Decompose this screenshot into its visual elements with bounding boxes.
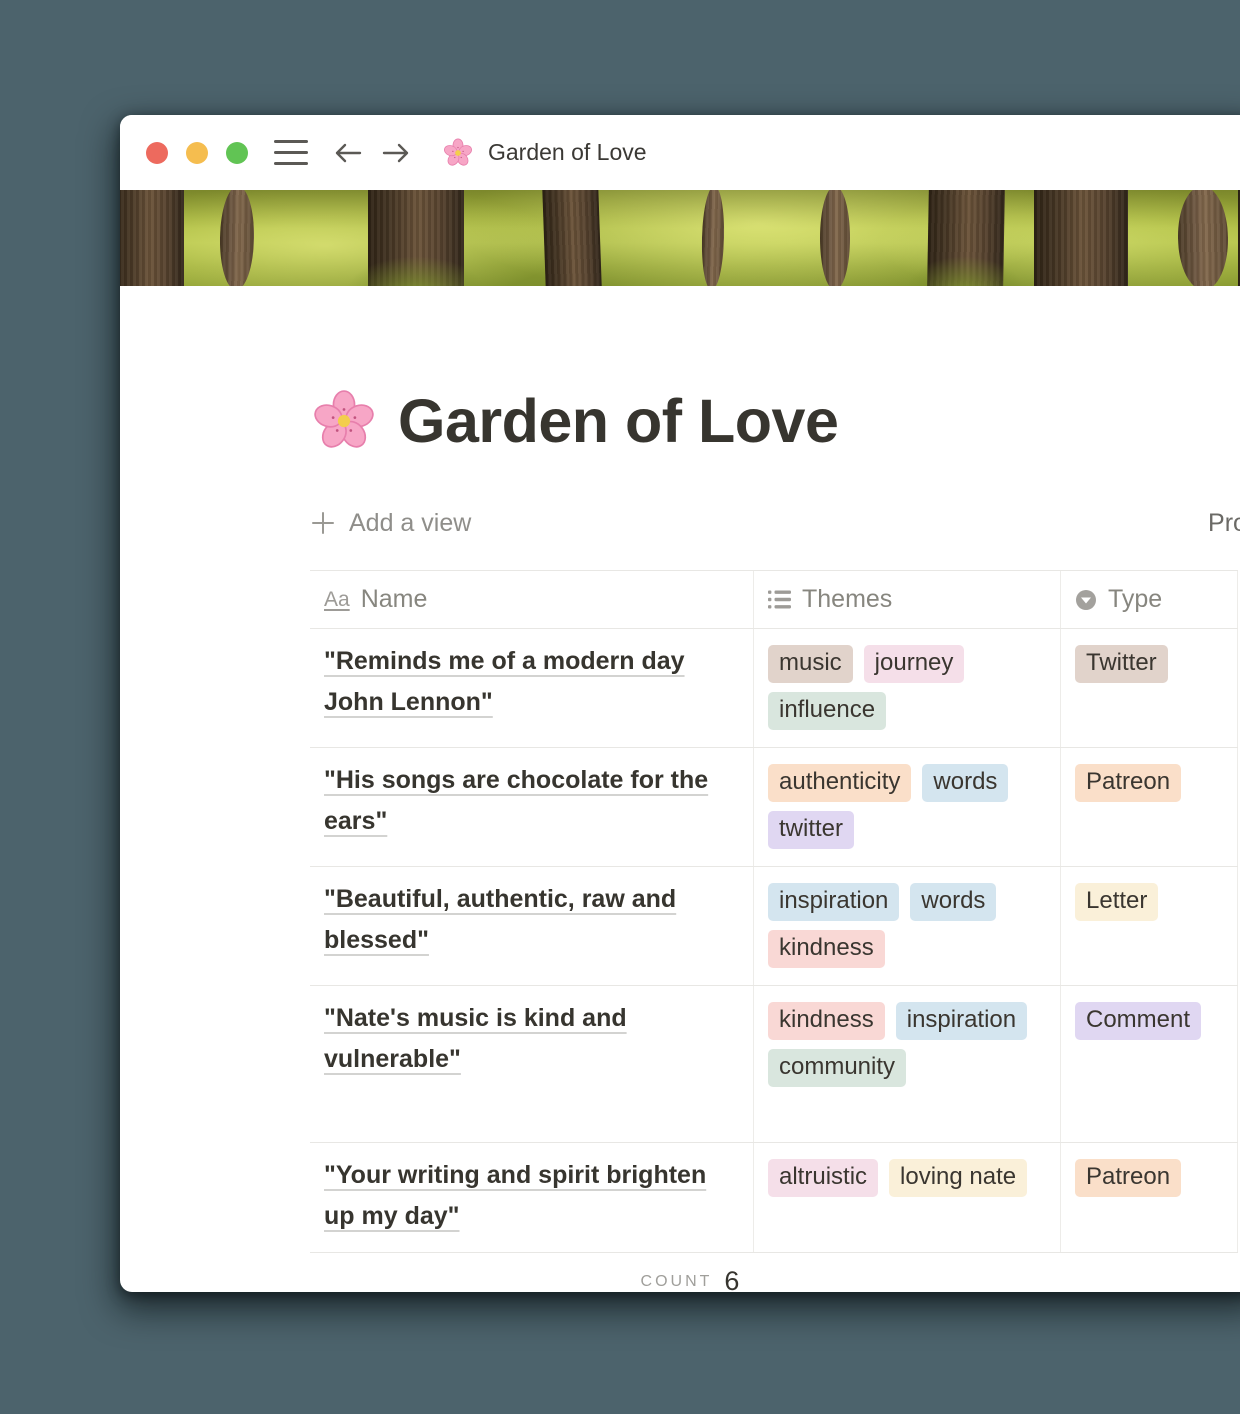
type-tag: Patreon [1075,764,1181,802]
forward-button[interactable] [380,139,412,167]
themes-cell[interactable]: music journey influence [753,629,1060,747]
traffic-lights [146,142,248,164]
table-row: "His songs are chocolate for the ears" a… [310,748,1238,867]
table-header: Aa Name Themes Type [310,571,1238,629]
page-content: Garden of Love Add a view Properties Aa … [120,386,1240,1292]
tree-trunk [368,190,464,286]
column-header-themes[interactable]: Themes [753,571,1060,628]
tree-trunk [120,190,184,286]
menu-icon[interactable] [274,140,308,166]
type-tag: Patreon [1075,1159,1181,1197]
count-value[interactable]: 6 [724,1266,739,1292]
page-title[interactable]: Garden of Love [398,386,838,456]
type-cell[interactable]: Twitter [1060,629,1238,747]
table-row: "Beautiful, authentic, raw and blessed" … [310,867,1238,986]
name-cell[interactable]: "His songs are chocolate for the ears" [310,748,753,866]
column-label-name: Name [361,585,428,614]
themes-cell[interactable]: authenticity words twitter [753,748,1060,866]
table-row: "Reminds me of a modern day John Lennon"… [310,629,1238,748]
name-cell[interactable]: "Nate's music is kind and vulnerable" [310,986,753,1142]
theme-tag: journey [864,645,965,683]
plus-icon [310,510,336,536]
database-table: Aa Name Themes Type [310,570,1238,1292]
add-view-label: Add a view [349,509,471,538]
view-toolbar: Add a view Properties [310,502,1240,544]
tree-trunk [927,190,1005,286]
theme-tag: music [768,645,853,683]
type-cell[interactable]: Comment [1060,986,1238,1142]
count-label[interactable]: COUNT [641,1273,713,1291]
titlebar: Garden of Love [120,115,1240,190]
theme-tag: inspiration [768,883,899,921]
column-label-themes: Themes [802,585,892,614]
theme-tag: words [922,764,1008,802]
theme-tag: altruistic [768,1159,878,1197]
tree-trunk [1177,190,1229,286]
title-property-icon: Aa [324,588,350,612]
row-title: "Nate's music is kind and vulnerable" [324,1004,627,1073]
forward-arrow-icon [380,139,412,167]
titlebar-title[interactable]: Garden of Love [488,139,647,166]
app-background: { "titlebar": { "emoji": "🌸", "title": "… [0,0,1240,1414]
type-tag: Twitter [1075,645,1168,683]
back-arrow-icon [332,139,364,167]
tree-trunk [542,190,602,286]
minimize-button[interactable] [186,142,208,164]
back-button[interactable] [332,139,364,167]
theme-tag: influence [768,692,886,730]
column-header-name[interactable]: Aa Name [310,571,753,628]
type-cell[interactable]: Patreon [1060,748,1238,866]
add-view-button[interactable]: Add a view [310,509,471,538]
tree-trunk [701,190,726,286]
theme-tag: kindness [768,930,885,968]
cherry-blossom-icon [442,137,474,169]
multiselect-property-icon [768,589,791,610]
row-title: "Your writing and spirit brighten up my … [324,1161,706,1230]
cover-image [120,190,1240,286]
table-footer: COUNT 6 [120,1253,1240,1292]
theme-tag: words [910,883,996,921]
name-cell[interactable]: "Beautiful, authentic, raw and blessed" [310,867,753,985]
tree-trunk [820,190,850,286]
name-cell[interactable]: "Your writing and spirit brighten up my … [310,1143,753,1252]
row-title: "Reminds me of a modern day John Lennon" [324,647,685,716]
theme-tag: loving nate [889,1159,1027,1197]
page-header: Garden of Love [310,386,1240,456]
page-emoji-cherry-blossom-icon[interactable] [310,387,378,455]
app-window: Garden of Love Garden of Love Add [120,115,1240,1292]
themes-cell[interactable]: inspiration words kindness [753,867,1060,985]
column-header-type[interactable]: Type [1060,571,1238,628]
type-cell[interactable]: Letter [1060,867,1238,985]
name-cell[interactable]: "Reminds me of a modern day John Lennon" [310,629,753,747]
zoom-button[interactable] [226,142,248,164]
properties-button[interactable]: Properties [1208,509,1240,538]
tree-trunk [1034,190,1128,286]
column-label-type: Type [1108,585,1162,614]
theme-tag: community [768,1049,906,1087]
themes-cell[interactable]: altruistic loving nate [753,1143,1060,1252]
close-button[interactable] [146,142,168,164]
row-title: "Beautiful, authentic, raw and blessed" [324,885,676,954]
type-tag: Comment [1075,1002,1201,1040]
type-tag: Letter [1075,883,1158,921]
row-title: "His songs are chocolate for the ears" [324,766,708,835]
theme-tag: authenticity [768,764,911,802]
themes-cell[interactable]: kindness inspiration community [753,986,1060,1142]
theme-tag: inspiration [896,1002,1027,1040]
type-cell[interactable]: Patreon [1060,1143,1238,1252]
tree-trunk [219,190,255,286]
theme-tag: twitter [768,811,854,849]
table-row: "Your writing and spirit brighten up my … [310,1143,1238,1253]
select-property-icon [1075,589,1097,611]
table-row: "Nate's music is kind and vulnerable" ki… [310,986,1238,1143]
theme-tag: kindness [768,1002,885,1040]
